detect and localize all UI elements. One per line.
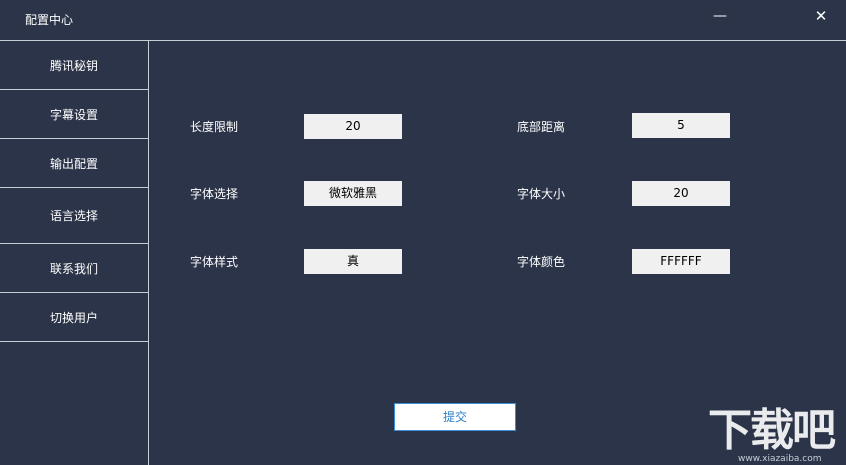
sidebar-item-label: 输出配置 [49,156,98,171]
sidebar-item-switch-user[interactable]: 切换用户 [0,293,148,342]
length-limit-label: 长度限制 [190,120,239,134]
watermark-logo: 下载吧 www.xiazaiba.com [708,405,844,465]
sidebar-item-contact-us[interactable]: 联系我们 [0,244,148,293]
submit-button[interactable]: 提交 [394,403,516,431]
watermark-url: www.xiazaiba.com [738,454,822,464]
sidebar-item-output-config[interactable]: 输出配置 [0,139,148,188]
font-select-label: 字体选择 [190,187,239,201]
bottom-distance-label: 底部距离 [517,120,566,134]
sidebar-item-label: 语言选择 [49,209,98,223]
window-title: 配置中心 [25,13,74,27]
close-button[interactable]: ✕ [807,6,835,28]
font-size-field[interactable]: 20 [632,181,730,206]
sidebar-item-label: 联系我们 [49,261,98,276]
length-limit-field[interactable]: 20 [304,114,402,139]
font-color-label: 字体颜色 [517,255,566,269]
watermark-text: 下载吧 [708,405,836,456]
sidebar-item-subtitle-settings[interactable]: 字幕设置 [0,90,148,139]
sidebar: 腾讯秘钥 字幕设置 输出配置 语言选择 联系我们 切换用户 [0,41,149,465]
bottom-distance-field[interactable]: 5 [632,113,730,138]
font-style-label: 字体样式 [190,255,239,269]
sidebar-item-label: 切换用户 [49,310,98,325]
font-select-field[interactable]: 微软雅黑 [304,181,402,206]
sidebar-item-language-select[interactable]: 语言选择 [0,188,148,244]
minimize-button[interactable]: — [706,6,734,28]
font-size-label: 字体大小 [517,187,566,201]
sidebar-item-tencent-key[interactable]: 腾讯秘钥 [0,41,148,90]
sidebar-item-label: 腾讯秘钥 [49,58,98,73]
font-style-field[interactable]: 真 [304,249,402,274]
title-bar: 配置中心 — ✕ [0,0,846,40]
font-color-field[interactable]: FFFFFF [632,249,730,274]
sidebar-item-label: 字幕设置 [49,107,98,122]
